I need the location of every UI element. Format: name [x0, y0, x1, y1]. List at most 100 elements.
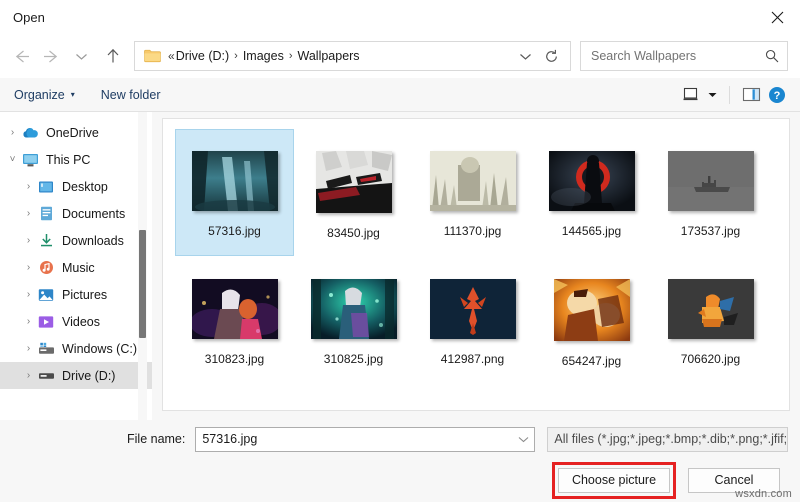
up-button[interactable] [96, 42, 130, 70]
recent-locations-button[interactable] [66, 42, 96, 70]
search-box[interactable] [580, 41, 788, 71]
chevron-right-icon[interactable]: › [4, 127, 21, 138]
address-bar[interactable]: « › Drive (D:) › Images › Wallpapers [134, 41, 571, 71]
breadcrumb-separator-0[interactable]: › [234, 50, 238, 62]
file-tile-7[interactable]: 412987.png [413, 257, 532, 384]
file-tile-9[interactable]: 706620.jpg [651, 257, 770, 384]
address-dropdown-button[interactable] [512, 42, 538, 70]
sidebar-item-label: Pictures [62, 287, 108, 302]
chevron-down-icon: ▾ [70, 89, 75, 99]
sidebar-item-label: Windows (C:) [62, 341, 138, 356]
refresh-button[interactable] [538, 42, 564, 70]
chevron-right-icon[interactable]: › [20, 370, 37, 381]
sidebar-item-windows-c[interactable]: › Windows (C:) [0, 335, 152, 362]
choose-picture-button[interactable]: Choose picture [558, 467, 670, 493]
drive-icon [37, 368, 55, 384]
filename-label: File name: [127, 432, 186, 446]
file-tile-3[interactable]: 144565.jpg [532, 129, 651, 256]
music-icon [37, 260, 55, 276]
breadcrumb-item-1[interactable]: Images [243, 49, 284, 63]
sidebar-item-label: Drive (D:) [62, 368, 116, 383]
sidebar-item-music[interactable]: › Music [0, 254, 152, 281]
close-button[interactable] [755, 0, 800, 34]
sidebar-item-videos[interactable]: › Videos [0, 308, 152, 335]
videos-icon [37, 314, 55, 330]
organize-button[interactable]: Organize ▾ [14, 88, 75, 102]
file-name-label: 144565.jpg [561, 224, 622, 238]
navigation-pane-scrollbar[interactable] [138, 112, 147, 420]
file-tile-8[interactable]: 654247.jpg [532, 257, 651, 384]
desktop-icon [37, 179, 55, 195]
file-thumbnail [429, 151, 516, 211]
scrollbar-thumb[interactable] [139, 230, 146, 338]
sidebar-item-pictures[interactable]: › Pictures [0, 281, 152, 308]
title-bar: Open [0, 0, 800, 34]
filename-dropdown-button[interactable] [512, 436, 534, 443]
forward-button[interactable] [36, 42, 66, 70]
chevron-down-icon[interactable]: ˅ [4, 154, 21, 165]
file-tile-2[interactable]: 111370.jpg [413, 129, 532, 256]
chevron-down-icon [518, 436, 529, 442]
new-folder-button[interactable]: New folder [101, 88, 161, 102]
folder-icon [144, 49, 161, 63]
watermark: wsxdn.com [735, 488, 792, 500]
preview-pane-button[interactable] [738, 82, 764, 108]
file-list-wrapper: 57316.jpg 83450.jpg 111370.jpg 144565.jp… [152, 112, 800, 420]
breadcrumb-separator-1[interactable]: › [289, 50, 293, 62]
sidebar-item-onedrive[interactable]: › OneDrive [0, 119, 152, 146]
chevron-down-icon [708, 92, 716, 97]
chevron-right-icon[interactable]: › [20, 343, 37, 354]
chevron-right-icon[interactable]: › [20, 208, 37, 219]
breadcrumb-overflow[interactable]: « [168, 49, 175, 63]
file-list-pane[interactable]: 57316.jpg 83450.jpg 111370.jpg 144565.jp… [162, 118, 790, 411]
chevron-right-icon[interactable]: › [20, 235, 37, 246]
help-button[interactable]: ? [764, 82, 790, 108]
navigation-pane: › OneDrive ˅ This PC › Desktop › Documen… [0, 112, 152, 420]
search-input[interactable] [591, 49, 765, 63]
sidebar-item-label: This PC [46, 152, 91, 167]
file-thumbnail [667, 279, 754, 339]
downloads-icon [37, 233, 55, 249]
sidebar-item-this-pc[interactable]: ˅ This PC [0, 146, 152, 173]
sidebar-item-desktop[interactable]: › Desktop [0, 173, 152, 200]
page-title: Open [13, 9, 45, 25]
file-name-label: 412987.png [440, 352, 505, 366]
view-layout-button[interactable] [677, 82, 703, 108]
chevron-down-icon [75, 53, 87, 60]
file-tile-4[interactable]: 173537.jpg [651, 129, 770, 256]
chevron-right-icon[interactable]: › [20, 181, 37, 192]
help-icon: ? [769, 86, 785, 103]
view-dropdown-button[interactable] [703, 82, 721, 108]
file-grid: 57316.jpg 83450.jpg 111370.jpg 144565.jp… [175, 129, 781, 385]
file-tile-5[interactable]: 310823.jpg [175, 257, 294, 384]
file-thumbnail [191, 279, 278, 339]
sidebar-item-label: Videos [62, 314, 100, 329]
file-tile-1[interactable]: 83450.jpg [294, 129, 413, 256]
file-thumbnail [553, 279, 630, 341]
sidebar-item-documents[interactable]: › Documents [0, 200, 152, 227]
search-icon[interactable] [765, 49, 779, 63]
filename-input[interactable]: 57316.jpg [195, 426, 536, 452]
back-button[interactable] [6, 42, 36, 70]
computer-icon [21, 152, 39, 168]
file-name-label: 310825.jpg [323, 352, 384, 366]
file-name-label: 83450.jpg [327, 226, 380, 240]
navigation-bar: « › Drive (D:) › Images › Wallpapers [0, 34, 800, 78]
file-name-label: 654247.jpg [561, 354, 622, 368]
svg-text:?: ? [774, 90, 781, 102]
chevron-right-icon[interactable]: › [20, 262, 37, 273]
chevron-right-icon[interactable]: › [20, 289, 37, 300]
breadcrumb-item-2[interactable]: Wallpapers [298, 49, 360, 63]
file-thumbnail [191, 151, 278, 211]
sidebar-item-downloads[interactable]: › Downloads [0, 227, 152, 254]
sidebar-item-drive-d[interactable]: › Drive (D:) [0, 362, 152, 389]
choose-picture-highlight: Choose picture [552, 461, 676, 499]
file-type-filter[interactable]: All files (*.jpg;*.jpeg;*.bmp;*.dib;*.pn… [547, 426, 788, 452]
chevron-right-icon[interactable]: › [20, 316, 37, 327]
command-bar-separator [729, 85, 730, 104]
file-tile-0[interactable]: 57316.jpg [175, 129, 294, 256]
breadcrumb-item-0[interactable]: Drive (D:) [176, 49, 229, 63]
close-icon [771, 11, 784, 23]
file-thumbnail [429, 279, 516, 339]
file-tile-6[interactable]: 310825.jpg [294, 257, 413, 384]
